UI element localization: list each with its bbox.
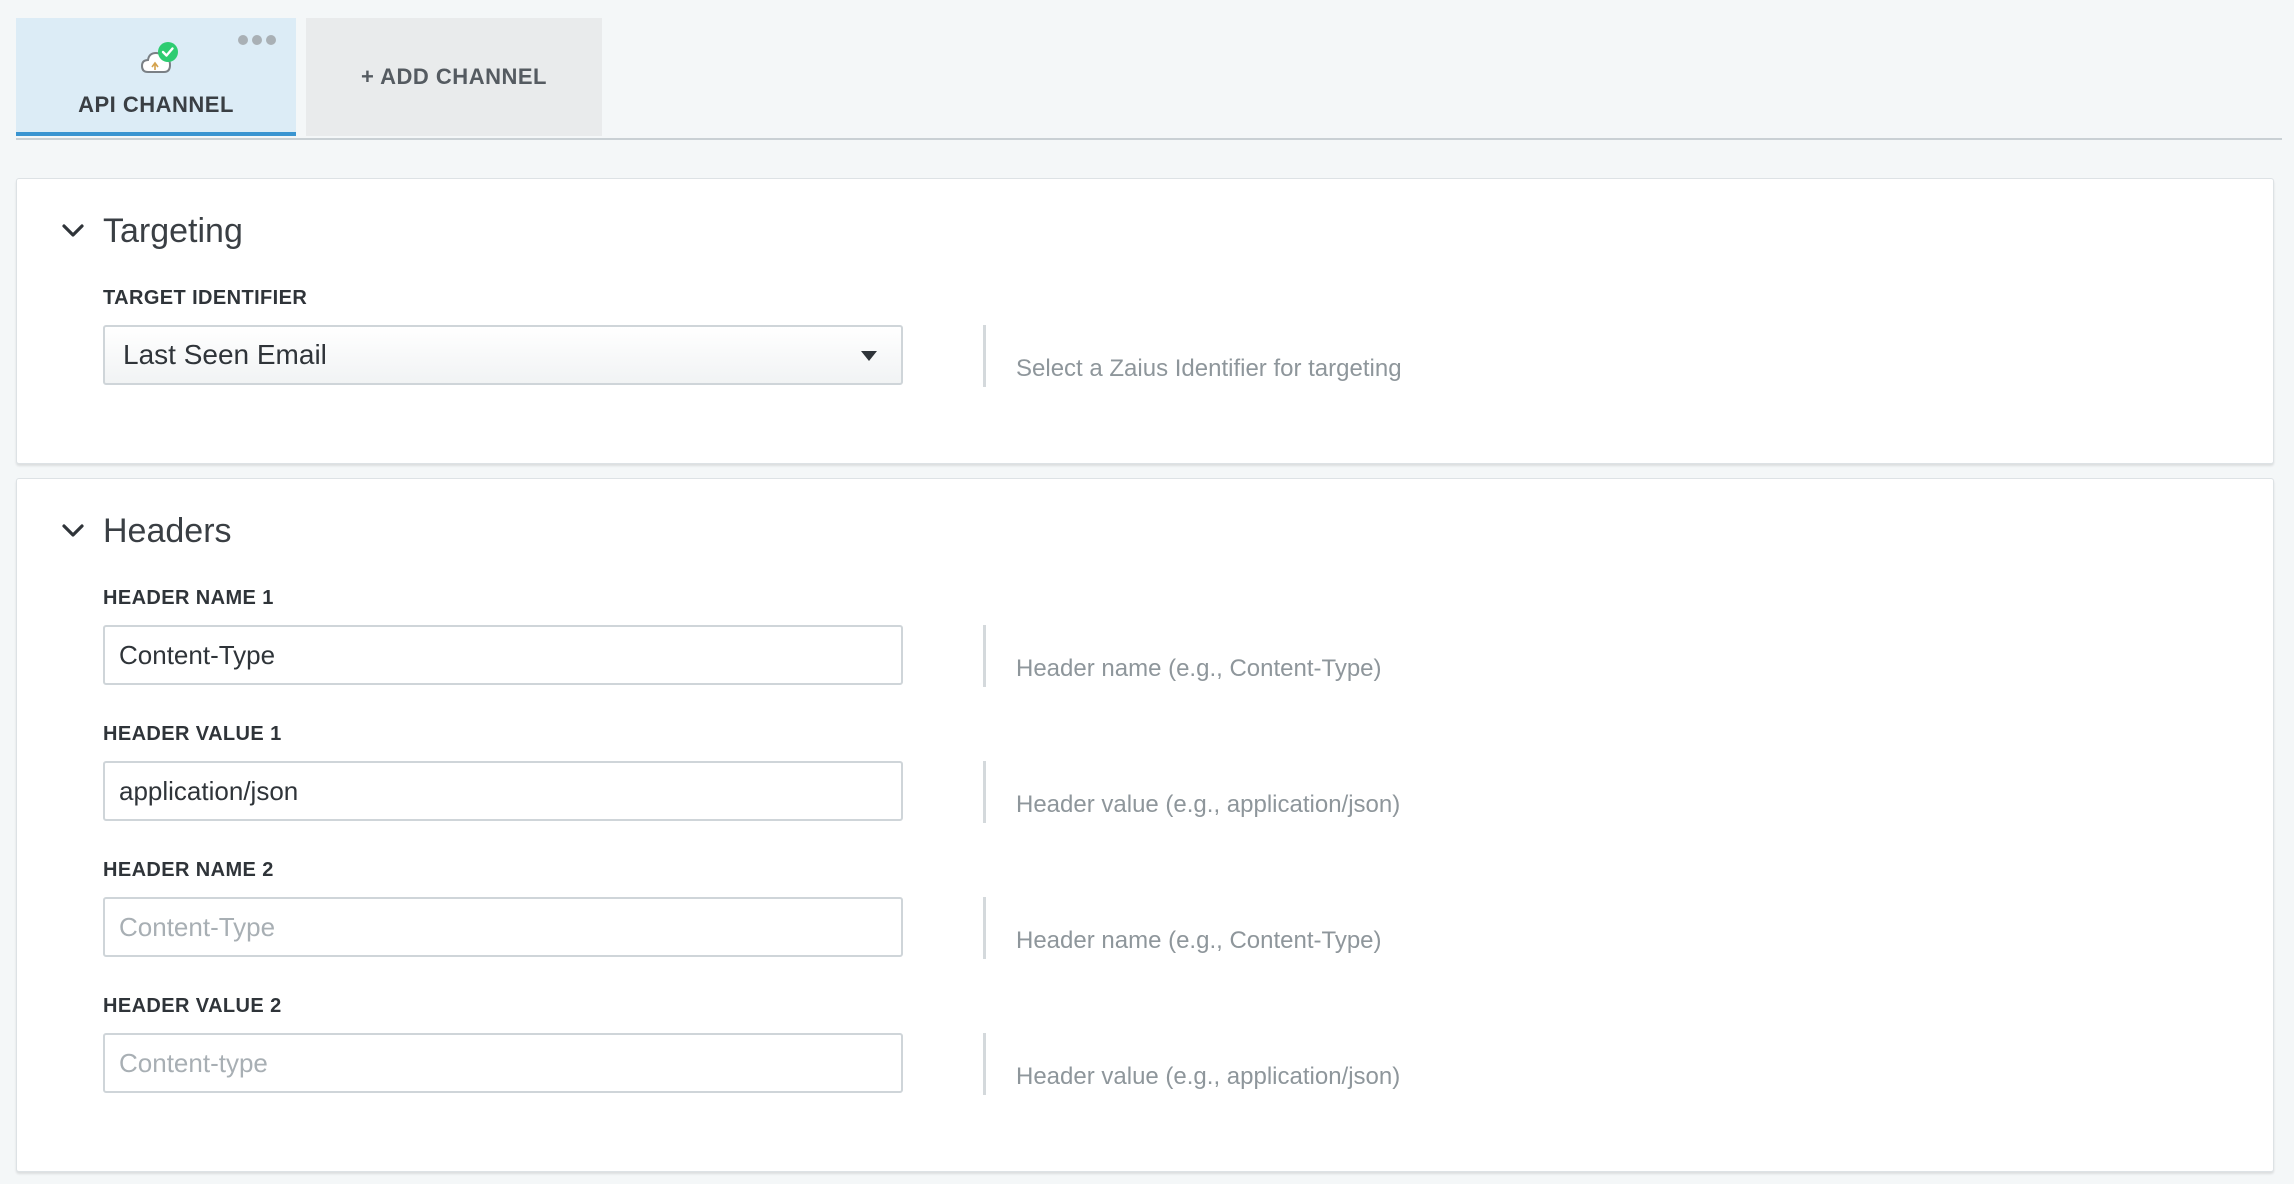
more-options-icon[interactable]	[238, 32, 280, 45]
targeting-section-toggle[interactable]: Targeting	[59, 209, 243, 253]
target-identifier-value: Last Seen Email	[123, 339, 327, 370]
header-name-1-help: Header name (e.g., Content-Type)	[983, 625, 1683, 687]
cloud-check-icon	[140, 42, 178, 73]
headers-section-toggle[interactable]: Headers	[59, 509, 232, 553]
header-name-1-input[interactable]	[103, 625, 903, 685]
header-value-2-help: Header value (e.g., application/json)	[983, 1033, 1683, 1095]
section-title: Targeting	[103, 211, 243, 250]
target-identifier-help: Select a Zaius Identifier for targeting	[983, 325, 1683, 387]
section-title: Headers	[103, 511, 232, 550]
tab-api-channel-label: API CHANNEL	[78, 92, 234, 117]
chevron-down-icon	[62, 224, 84, 237]
header-value-1-input[interactable]	[103, 761, 903, 821]
caret-down-icon	[861, 351, 877, 361]
add-channel-label: + ADD CHANNEL	[361, 64, 547, 89]
target-identifier-label: TARGET IDENTIFIER	[103, 287, 308, 309]
channel-tab-bar: API CHANNEL + ADD CHANNEL	[16, 18, 2282, 140]
header-name-2-label: HEADER NAME 2	[103, 859, 274, 881]
add-channel-button[interactable]: + ADD CHANNEL	[306, 18, 602, 136]
targeting-section: Targeting TARGET IDENTIFIER Last Seen Em…	[16, 178, 2274, 464]
chevron-down-icon	[62, 524, 84, 537]
header-name-2-input[interactable]	[103, 897, 903, 957]
tab-api-channel[interactable]: API CHANNEL	[16, 18, 296, 136]
header-value-2-label: HEADER VALUE 2	[103, 995, 282, 1017]
header-name-1-label: HEADER NAME 1	[103, 587, 274, 609]
header-name-2-help: Header name (e.g., Content-Type)	[983, 897, 1683, 959]
header-value-1-label: HEADER VALUE 1	[103, 723, 282, 745]
target-identifier-select[interactable]: Last Seen Email	[103, 325, 903, 385]
header-value-2-input[interactable]	[103, 1033, 903, 1093]
headers-section: Headers HEADER NAME 1 Header name (e.g.,…	[16, 478, 2274, 1172]
header-value-1-help: Header value (e.g., application/json)	[983, 761, 1683, 823]
